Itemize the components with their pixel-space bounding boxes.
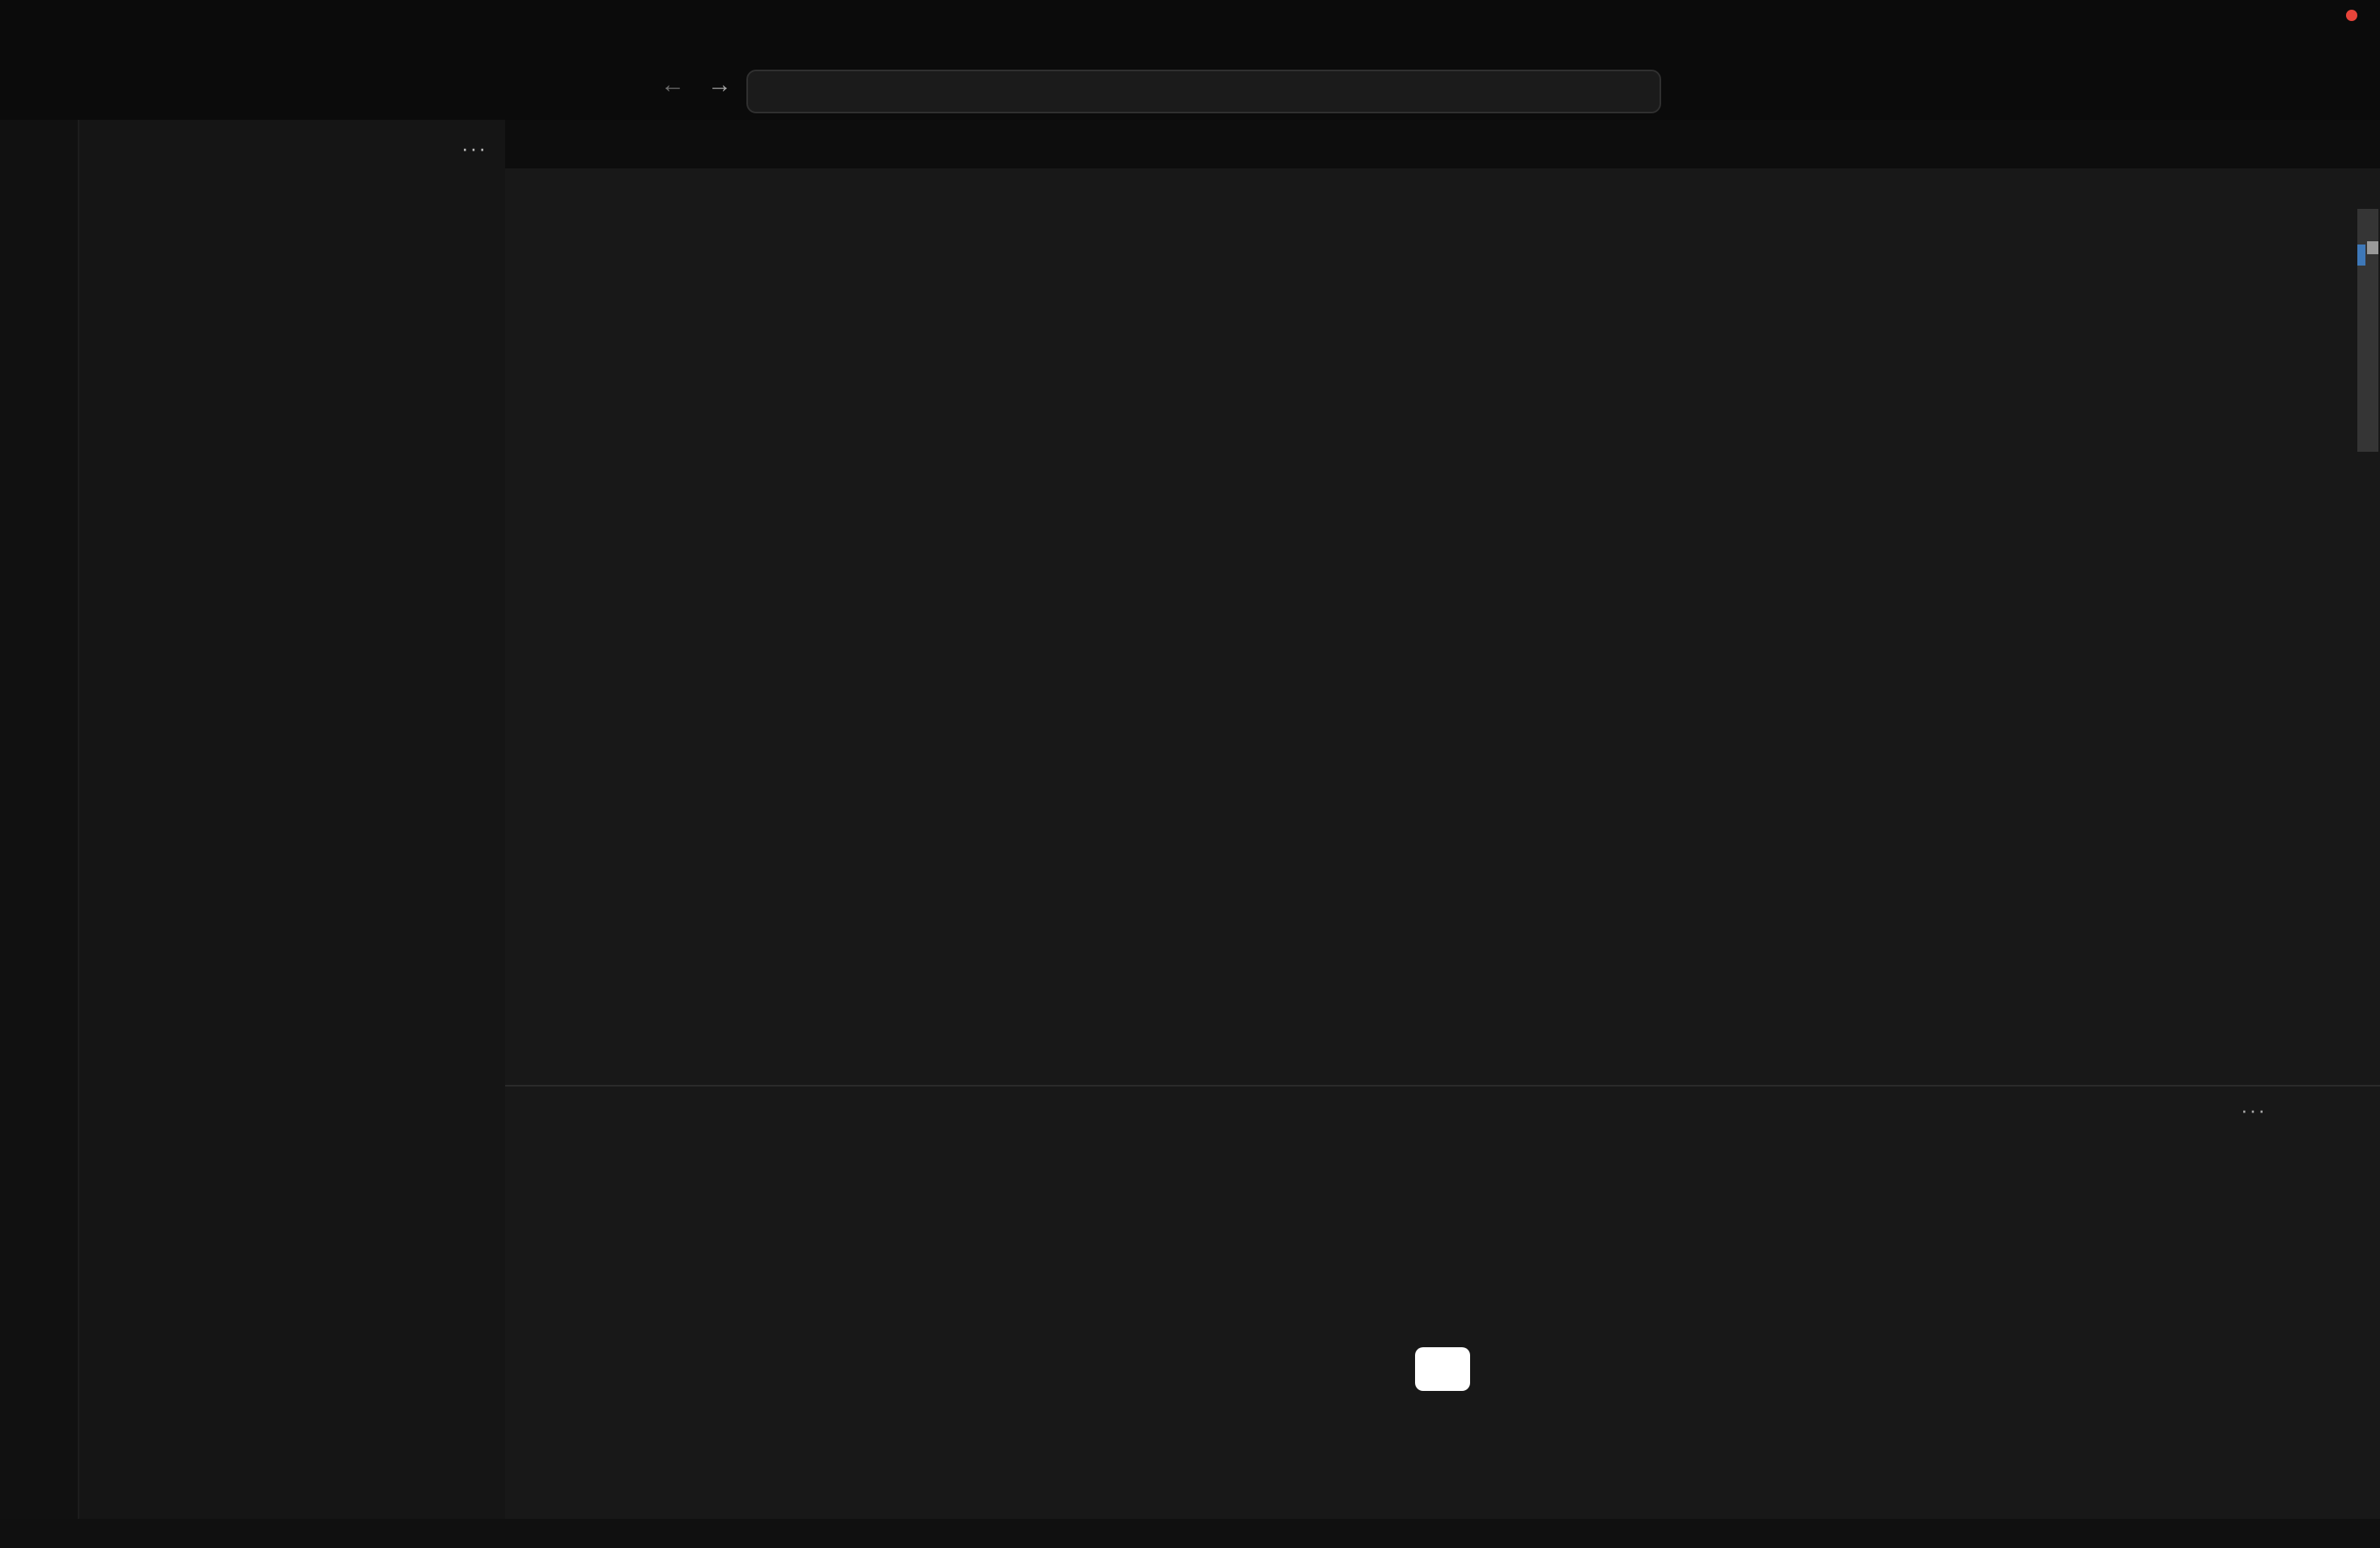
file-tree [79,175,505,1417]
compare-empty-state [505,1133,2380,1519]
compare-button[interactable] [1415,1347,1470,1391]
maximize-panel-icon[interactable] [2289,1099,2312,1121]
search-icon [1190,82,1209,101]
titlebar: ← → [0,0,2380,120]
close-panel-icon[interactable] [2335,1099,2357,1121]
editor-tabs-row [505,120,2380,168]
code-editor[interactable] [505,233,2361,1085]
explorer-sidebar: ··· [78,120,505,1519]
scrollbar-cursor-marker [2367,241,2378,254]
compare-illustration-icon [1405,1198,1480,1273]
panel-controls: ··· [2241,1087,2357,1133]
bottom-panel: ··· [505,1085,2380,1519]
explorer-header: ··· [79,120,505,175]
scrollbar-modified-marker [2357,245,2365,266]
nav-forward-icon[interactable]: → [708,71,732,99]
command-center-search[interactable] [746,70,1661,113]
nav-back-icon[interactable]: ← [661,71,685,99]
recording-dot [2346,10,2357,21]
explorer-more-icon[interactable]: ··· [461,135,487,159]
panel-more-icon[interactable]: ··· [2241,1098,2267,1122]
status-bar [0,1519,2380,1548]
activity-bar [0,120,78,1519]
vscode-window: ← → ··· ··· [0,0,2380,1548]
